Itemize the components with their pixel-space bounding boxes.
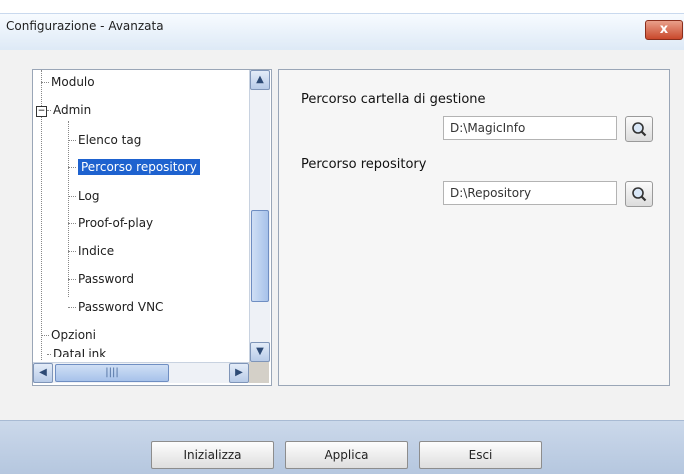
dialog-window: Configurazione - Avanzata x Modulo − Adm… [0,0,684,474]
settings-panel: Percorso cartella di gestione Percorso r… [278,69,670,386]
scroll-up-button[interactable]: ▲ [250,70,270,90]
close-icon: x [659,22,669,37]
tree-item-datalink[interactable]: DataLink [47,347,106,357]
tree-item-log[interactable]: Log [68,186,99,206]
close-button[interactable]: x [645,20,683,40]
scroll-thumb[interactable] [251,210,269,302]
settings-tree: Modulo − Admin Elenco tag Percorso repos… [32,69,272,386]
management-folder-label: Percorso cartella di gestione [301,92,486,107]
tree-item-indice[interactable]: Indice [68,241,114,261]
tree-item-password-vnc[interactable]: Password VNC [68,297,163,317]
repository-label: Percorso repository [301,157,427,172]
management-folder-input[interactable] [443,116,617,140]
tree-item-admin[interactable]: Admin [47,100,91,120]
tree-item-password[interactable]: Password [68,269,134,289]
arrow-right-icon: ▶ [235,367,243,378]
tree-item-modulo[interactable]: Modulo [41,72,95,92]
tree-horizontal-scrollbar[interactable]: ◀ |||| ▶ [33,362,249,383]
scroll-left-button[interactable]: ◀ [33,363,53,383]
tree-item-proof-of-play[interactable]: Proof-of-play [68,213,153,233]
scroll-down-button[interactable]: ▼ [250,342,270,362]
collapse-toggle-icon[interactable]: − [36,106,47,117]
reset-button[interactable]: Inizializza [151,441,274,469]
arrow-up-icon: ▲ [256,74,264,85]
scroll-corner [249,362,269,383]
tree-vertical-scrollbar[interactable]: ▲ ▼ [249,70,270,362]
exit-button[interactable]: Esci [419,441,542,469]
tree-item-percorso-repository[interactable]: Percorso repository [68,157,200,177]
arrow-left-icon: ◀ [39,367,47,378]
magnifier-icon [632,121,647,136]
window-title: Configurazione - Avanzata [6,19,164,33]
repository-input[interactable] [443,181,617,205]
browse-management-folder-button[interactable] [625,116,653,142]
tree-item-elenco-tag[interactable]: Elenco tag [68,130,141,150]
scroll-right-button[interactable]: ▶ [229,363,249,383]
apply-button[interactable]: Applica [285,441,408,469]
tree-item-opzioni[interactable]: Opzioni [41,325,96,345]
tree-clip: DataLink [33,347,249,357]
arrow-down-icon: ▼ [256,346,264,357]
magnifier-icon [632,186,647,201]
browse-repository-button[interactable] [625,181,653,207]
scroll-thumb[interactable]: |||| [55,364,169,382]
